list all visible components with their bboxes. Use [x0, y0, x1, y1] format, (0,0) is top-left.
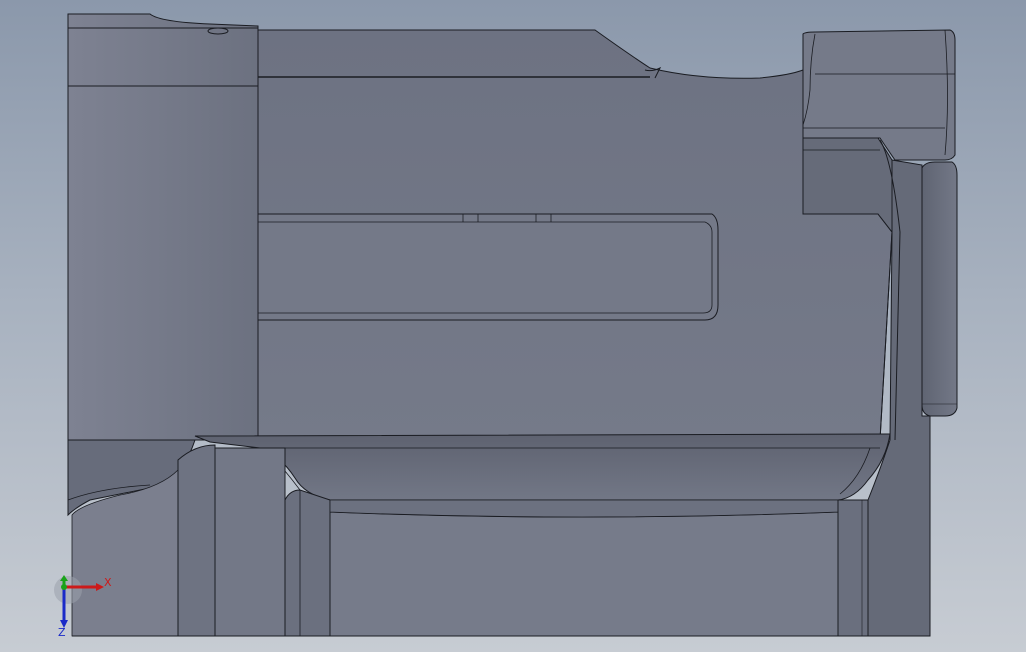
part-model-view[interactable]: [0, 0, 1026, 652]
reference-triad: X Z: [54, 575, 112, 638]
z-axis-label: Z: [58, 626, 66, 638]
triad-origin-shadow: [54, 576, 82, 604]
lower-fillet-left: [284, 489, 331, 637]
lower-column-right: [837, 499, 869, 637]
right-tab: [921, 161, 958, 417]
left-boss-face: [67, 13, 259, 441]
slot-pocket: [257, 213, 719, 321]
lower-pocket-face: [329, 511, 839, 637]
x-axis-label: X: [104, 576, 112, 589]
lower-column-left: [177, 444, 216, 637]
lower-panel-left: [214, 447, 286, 637]
cad-graphics-viewport[interactable]: X Z: [0, 0, 1026, 652]
